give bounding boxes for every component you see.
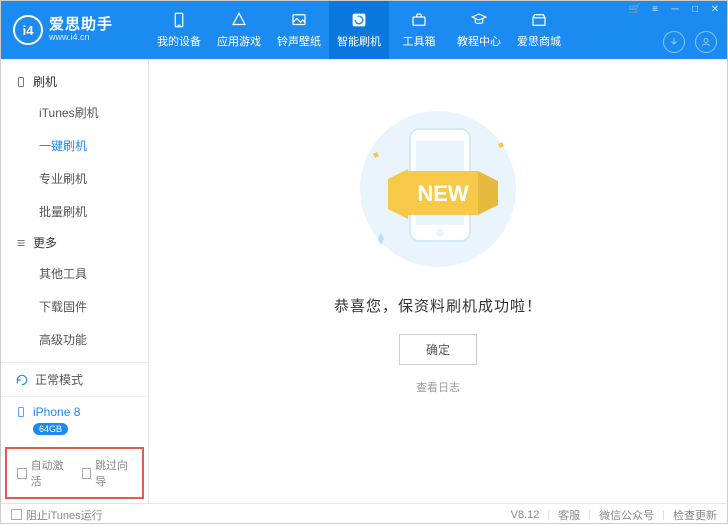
version-label: V8.12	[511, 509, 540, 521]
nav-ringtones[interactable]: 铃声壁纸	[269, 1, 329, 59]
main-content: NEW 恭喜您，保资料刷机成功啦！ 确定 查看日志	[149, 59, 727, 503]
view-log-link[interactable]: 查看日志	[416, 379, 460, 395]
settings-icon[interactable]: ≡	[649, 3, 661, 15]
sidebar-item-advanced[interactable]: 高级功能	[1, 323, 148, 356]
logo-icon: i4	[13, 15, 43, 45]
nav-toolbox[interactable]: 工具箱	[389, 1, 449, 59]
sidebar-group-flash[interactable]: 刷机	[1, 67, 148, 96]
toolbox-icon	[410, 11, 428, 29]
apps-icon	[230, 11, 248, 29]
nav-my-device[interactable]: 我的设备	[149, 1, 209, 59]
sidebar: 刷机 iTunes刷机 一键刷机 专业刷机 批量刷机 更多 其他工具 下载固件 …	[1, 59, 149, 503]
capacity-badge: 64GB	[33, 423, 68, 435]
wechat-link[interactable]: 微信公众号	[599, 507, 654, 523]
phone-icon	[15, 405, 27, 419]
close-button[interactable]: ✕	[709, 3, 721, 15]
nav-apps[interactable]: 应用游戏	[209, 1, 269, 59]
check-update-link[interactable]: 检查更新	[673, 507, 717, 523]
checkbox-skip-guide[interactable]: 跳过向导	[82, 457, 133, 489]
brand-name: 爱思助手	[49, 17, 113, 34]
nav-flash[interactable]: 智能刷机	[329, 1, 389, 59]
brand-logo: i4 爱思助手 www.i4.cn	[1, 15, 149, 45]
tutorial-icon	[470, 11, 488, 29]
success-illustration: NEW	[328, 99, 548, 279]
refresh-mode-icon	[15, 373, 29, 387]
image-icon	[290, 11, 308, 29]
connected-device[interactable]: iPhone 8 64GB	[1, 397, 148, 443]
new-badge-text: NEW	[417, 181, 469, 206]
sidebar-item-pro-flash[interactable]: 专业刷机	[1, 162, 148, 195]
post-flash-options: 自动激活 跳过向导	[5, 447, 144, 499]
checkbox-block-itunes[interactable]: 阻止iTunes运行	[11, 507, 103, 523]
store-icon	[530, 11, 548, 29]
ok-button[interactable]: 确定	[399, 334, 477, 365]
sidebar-item-one-click-flash[interactable]: 一键刷机	[1, 129, 148, 162]
status-bar: 阻止iTunes运行 V8.12 | 客服 | 微信公众号 | 检查更新	[1, 503, 727, 525]
nav-store[interactable]: 爱思商城	[509, 1, 569, 59]
support-link[interactable]: 客服	[558, 507, 580, 523]
success-message: 恭喜您，保资料刷机成功啦！	[334, 295, 542, 316]
sidebar-item-itunes-flash[interactable]: iTunes刷机	[1, 96, 148, 129]
checkbox-auto-activate[interactable]: 自动激活	[17, 457, 68, 489]
nav-tutorials[interactable]: 教程中心	[449, 1, 509, 59]
phone-flash-icon	[15, 76, 27, 88]
header-actions	[663, 31, 717, 53]
main-nav: 我的设备 应用游戏 铃声壁纸 智能刷机 工具箱 教程中心 爱思商城	[149, 1, 569, 59]
download-icon[interactable]	[663, 31, 685, 53]
window-controls: 🛒 ≡ ─ □ ✕	[629, 3, 721, 15]
sidebar-item-download-firmware[interactable]: 下载固件	[1, 290, 148, 323]
brand-url: www.i4.cn	[49, 33, 113, 43]
cart-icon[interactable]: 🛒	[629, 3, 641, 15]
refresh-icon	[350, 11, 368, 29]
app-header: i4 爱思助手 www.i4.cn 我的设备 应用游戏 铃声壁纸 智能刷机 工具…	[1, 1, 727, 59]
maximize-button[interactable]: □	[689, 3, 701, 15]
sidebar-group-more[interactable]: 更多	[1, 228, 148, 257]
sidebar-item-other-tools[interactable]: 其他工具	[1, 257, 148, 290]
sidebar-item-batch-flash[interactable]: 批量刷机	[1, 195, 148, 228]
device-icon	[170, 11, 188, 29]
user-icon[interactable]	[695, 31, 717, 53]
device-mode[interactable]: 正常模式	[1, 363, 148, 397]
menu-icon	[15, 237, 27, 249]
minimize-button[interactable]: ─	[669, 3, 681, 15]
